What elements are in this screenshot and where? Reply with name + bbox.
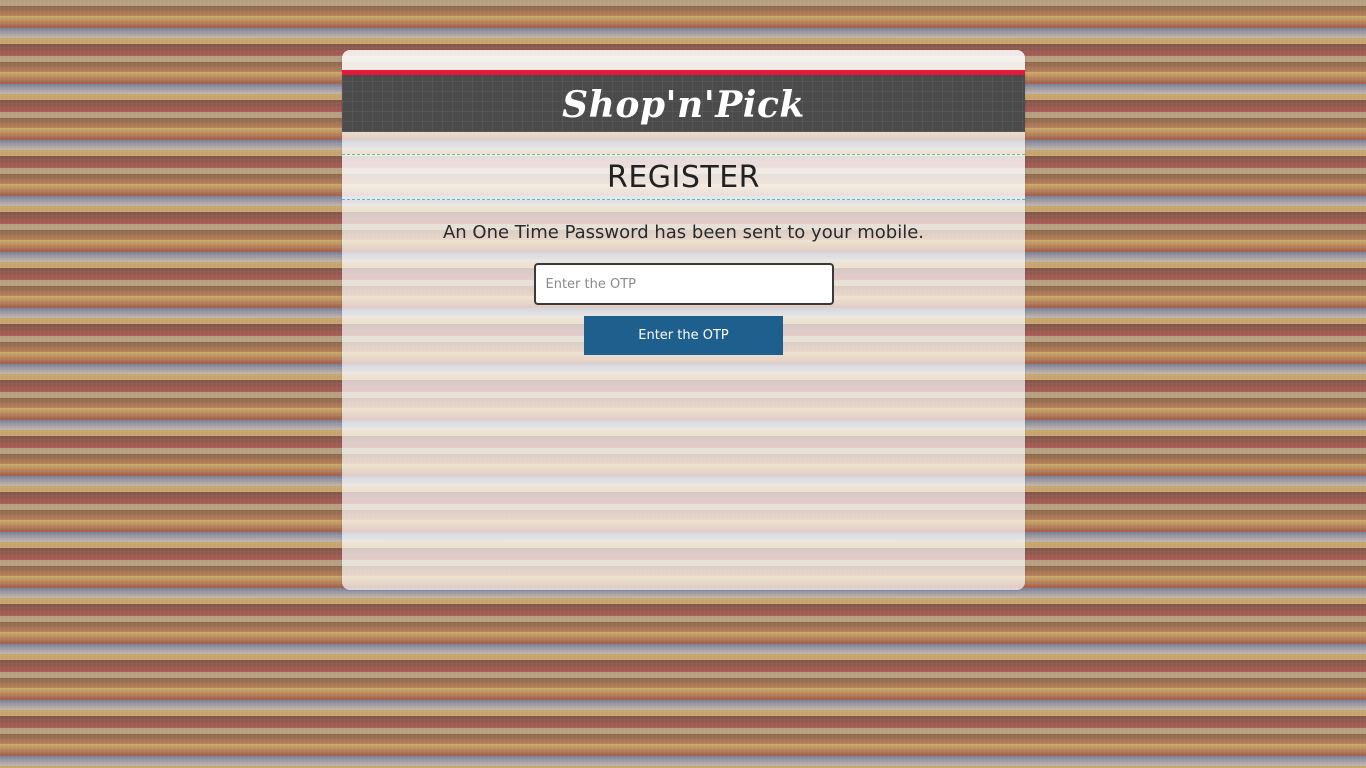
card-top-strip xyxy=(342,50,1025,70)
submit-otp-button[interactable]: Enter the OTP xyxy=(584,316,783,355)
otp-sent-message: An One Time Password has been sent to yo… xyxy=(442,222,925,243)
brand-logo: Shop'n'Pick xyxy=(562,83,805,126)
brand-header: Shop'n'Pick xyxy=(342,70,1025,132)
otp-input[interactable] xyxy=(533,263,834,305)
title-band: REGISTER xyxy=(342,154,1025,200)
page-title: REGISTER xyxy=(606,159,761,195)
register-card: Shop'n'Pick REGISTER An One Time Passwor… xyxy=(342,50,1025,590)
